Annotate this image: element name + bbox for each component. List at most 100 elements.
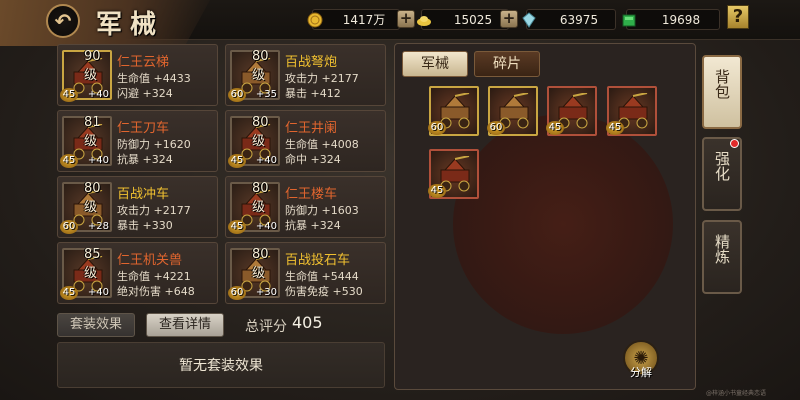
tiger-emblem-icon (453, 114, 673, 334)
notification-dot (730, 139, 739, 148)
item-name: 仁王井阑 (285, 121, 338, 136)
item-stat-secondary: 抗暴 +324 (285, 219, 341, 232)
inventory-item[interactable]: 45 (606, 86, 657, 136)
resource-crystal: 63975 (522, 9, 616, 30)
jade-icon (622, 14, 636, 26)
item-star-badge: 45 (60, 88, 78, 102)
item-card[interactable]: 80级 60 +28 百战冲车攻击力 +2177 暴击 +330 (57, 176, 218, 238)
item-stat-secondary: 抗暴 +324 (117, 153, 173, 166)
item-card[interactable]: 80级 45 +40 仁王井阑生命值 +4008 命中 +324 (225, 110, 386, 172)
item-stat-primary: 攻击力 +2177 (285, 72, 359, 85)
resource-silver: 15025 (417, 9, 509, 30)
item-stat-primary: 生命值 +4433 (117, 72, 191, 85)
item-name: 仁王机关兽 (117, 253, 183, 268)
item-name: 仁王刀车 (117, 121, 170, 136)
item-level: 80级 (252, 49, 269, 83)
item-stat-secondary: 绝对伤害 +648 (117, 285, 195, 298)
item-star-badge: 60 (228, 88, 246, 102)
side-tab-bag[interactable]: 背包 (702, 55, 742, 129)
inventory-item[interactable]: 60 (428, 86, 479, 136)
item-thumbnail: 80级 60 +35 (228, 49, 280, 102)
item-stat-primary: 防御力 +1603 (285, 204, 359, 217)
item-level: 80级 (252, 115, 269, 149)
inventory-panel: 军械 碎片 60 60 45 45 45 ✺ 分解 (394, 43, 696, 390)
side-tab-enhance[interactable]: 强化 (702, 137, 742, 211)
item-thumbnail: 80级 60 +30 (228, 247, 280, 300)
item-thumbnail: 85级 45 +40 (60, 247, 112, 300)
add-gold-button[interactable]: + (397, 10, 415, 28)
item-thumbnail: 80级 60 +28 (60, 181, 112, 234)
crystal-icon (522, 11, 536, 28)
item-name: 百战投石车 (285, 253, 351, 268)
item-enhance-level: +35 (255, 89, 277, 100)
item-card[interactable]: 80级 60 +35 百战弩炮攻击力 +2177 暴击 +412 (225, 44, 386, 106)
item-star-badge: 45 (228, 154, 246, 168)
item-level: 90级 (84, 49, 101, 83)
view-detail-button[interactable]: 查看详情 (146, 313, 224, 337)
item-stat-secondary: 伤害免疫 +530 (285, 285, 363, 298)
item-star-badge: 60 (60, 220, 78, 234)
item-stat-primary: 生命值 +4221 (117, 270, 191, 283)
add-silver-button[interactable]: + (500, 10, 518, 28)
item-card[interactable]: 80级 45 +40 仁王楼车防御力 +1603 抗暴 +324 (225, 176, 386, 238)
tab-fragments[interactable]: 碎片 (474, 51, 540, 77)
item-enhance-level: +30 (255, 287, 277, 298)
resource-gold: 1417万 (307, 9, 400, 30)
item-star-badge: 45 (546, 121, 564, 135)
item-stat-primary: 生命值 +5444 (285, 270, 359, 283)
item-stat-secondary: 暴击 +412 (285, 87, 341, 100)
resource-jade: 19698 (622, 9, 720, 30)
item-level: 80级 (84, 181, 101, 215)
item-star-badge: 45 (228, 220, 246, 234)
item-thumbnail: 81级 45 +40 (60, 115, 112, 168)
item-card[interactable]: 90级 45 +40 仁王云梯 生命值 +4433 闪避 +324 (57, 44, 218, 106)
item-thumbnail: 80级 45 +40 (228, 115, 280, 168)
help-button[interactable]: ? (727, 5, 749, 29)
set-effect-button[interactable]: 套装效果 (57, 313, 135, 337)
total-score-label: 总评分 (245, 319, 287, 335)
item-star-badge: 60 (487, 121, 505, 135)
item-stat-primary: 防御力 +1620 (117, 138, 191, 151)
item-card[interactable]: 80级 60 +30 百战投石车生命值 +5444 伤害免疫 +530 (225, 242, 386, 304)
silver-ingot-icon (417, 15, 431, 26)
item-enhance-level: +28 (87, 221, 109, 232)
item-stat-primary: 攻击力 +2177 (117, 204, 191, 217)
watermark: @梓涵小书童经典恋语 (706, 390, 767, 397)
item-star-badge: 45 (60, 286, 78, 300)
back-arrow-icon: ↶ (54, 9, 72, 33)
item-level: 80级 (252, 181, 269, 215)
inventory-item[interactable]: 45 (428, 149, 479, 199)
item-star-badge: 60 (228, 286, 246, 300)
side-tab-refine[interactable]: 精炼 (702, 220, 742, 294)
item-enhance-level: +40 (255, 221, 277, 232)
item-level: 85级 (84, 247, 101, 281)
item-enhance-level: +40 (87, 287, 109, 298)
item-stat-secondary: 暴击 +330 (117, 219, 173, 232)
item-card[interactable]: 81级 45 +40 仁王刀车防御力 +1620 抗暴 +324 (57, 110, 218, 172)
item-enhance-level: +40 (255, 155, 277, 166)
gold-coin-icon (307, 12, 323, 27)
inventory-item[interactable]: 45 (546, 86, 597, 136)
item-star-badge: 45 (428, 184, 446, 198)
item-name: 仁王楼车 (285, 187, 338, 202)
back-button[interactable]: ↶ (46, 4, 80, 38)
item-star-badge: 45 (60, 154, 78, 168)
item-level: 81级 (84, 115, 101, 149)
item-stat-secondary: 闪避 +324 (117, 87, 173, 100)
item-name: 百战冲车 (117, 187, 170, 202)
inventory-item[interactable]: 60 (487, 86, 538, 136)
item-thumbnail: 90级 45 +40 (60, 49, 112, 102)
tab-equipment[interactable]: 军械 (402, 51, 468, 77)
item-name: 百战弩炮 (285, 55, 338, 70)
item-stat-primary: 生命值 +4008 (285, 138, 359, 151)
item-card[interactable]: 85级 45 +40 仁王机关兽生命值 +4221 绝对伤害 +648 (57, 242, 218, 304)
item-enhance-level: +40 (87, 155, 109, 166)
item-name: 仁王云梯 (117, 55, 170, 70)
item-thumbnail: 80级 45 +40 (228, 181, 280, 234)
page-title: 军械 (96, 10, 165, 40)
item-level: 80级 (252, 247, 269, 281)
item-stat-secondary: 命中 +324 (285, 153, 341, 166)
decompose-label: 分解 (630, 366, 652, 379)
item-star-badge: 60 (428, 121, 446, 135)
total-score-value: 405 (292, 313, 323, 332)
